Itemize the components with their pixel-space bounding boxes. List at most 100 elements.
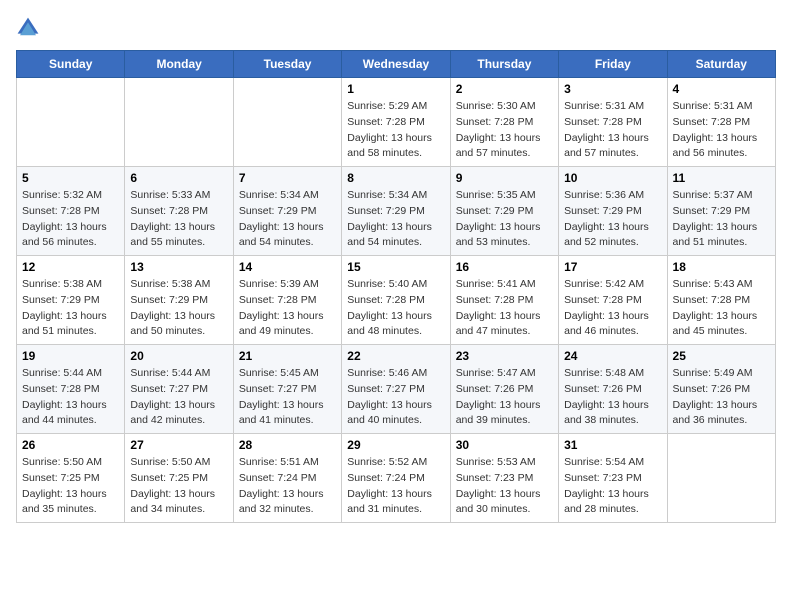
calendar-cell: 20 Sunrise: 5:44 AMSunset: 7:27 PMDaylig… bbox=[125, 345, 233, 434]
calendar-cell: 7 Sunrise: 5:34 AMSunset: 7:29 PMDayligh… bbox=[233, 167, 341, 256]
calendar-cell: 17 Sunrise: 5:42 AMSunset: 7:28 PMDaylig… bbox=[559, 256, 667, 345]
logo bbox=[16, 16, 44, 40]
day-number: 4 bbox=[673, 82, 770, 96]
calendar-cell: 30 Sunrise: 5:53 AMSunset: 7:23 PMDaylig… bbox=[450, 434, 558, 523]
day-info: Sunrise: 5:34 AMSunset: 7:29 PMDaylight:… bbox=[347, 188, 444, 251]
day-info: Sunrise: 5:29 AMSunset: 7:28 PMDaylight:… bbox=[347, 99, 444, 162]
day-info: Sunrise: 5:48 AMSunset: 7:26 PMDaylight:… bbox=[564, 366, 661, 429]
day-number: 15 bbox=[347, 260, 444, 274]
calendar-cell: 10 Sunrise: 5:36 AMSunset: 7:29 PMDaylig… bbox=[559, 167, 667, 256]
day-header: Sunday bbox=[17, 51, 125, 78]
day-info: Sunrise: 5:43 AMSunset: 7:28 PMDaylight:… bbox=[673, 277, 770, 340]
day-info: Sunrise: 5:31 AMSunset: 7:28 PMDaylight:… bbox=[564, 99, 661, 162]
day-info: Sunrise: 5:53 AMSunset: 7:23 PMDaylight:… bbox=[456, 455, 553, 518]
calendar-cell bbox=[125, 78, 233, 167]
calendar-cell: 14 Sunrise: 5:39 AMSunset: 7:28 PMDaylig… bbox=[233, 256, 341, 345]
day-number: 26 bbox=[22, 438, 119, 452]
day-number: 12 bbox=[22, 260, 119, 274]
day-info: Sunrise: 5:44 AMSunset: 7:28 PMDaylight:… bbox=[22, 366, 119, 429]
calendar-cell: 8 Sunrise: 5:34 AMSunset: 7:29 PMDayligh… bbox=[342, 167, 450, 256]
logo-icon bbox=[16, 16, 40, 40]
calendar-cell bbox=[667, 434, 775, 523]
day-header: Saturday bbox=[667, 51, 775, 78]
calendar-cell: 15 Sunrise: 5:40 AMSunset: 7:28 PMDaylig… bbox=[342, 256, 450, 345]
day-number: 29 bbox=[347, 438, 444, 452]
day-info: Sunrise: 5:33 AMSunset: 7:28 PMDaylight:… bbox=[130, 188, 227, 251]
day-header: Wednesday bbox=[342, 51, 450, 78]
day-info: Sunrise: 5:46 AMSunset: 7:27 PMDaylight:… bbox=[347, 366, 444, 429]
day-number: 25 bbox=[673, 349, 770, 363]
calendar-week-row: 5 Sunrise: 5:32 AMSunset: 7:28 PMDayligh… bbox=[17, 167, 776, 256]
calendar-cell: 12 Sunrise: 5:38 AMSunset: 7:29 PMDaylig… bbox=[17, 256, 125, 345]
calendar-cell: 16 Sunrise: 5:41 AMSunset: 7:28 PMDaylig… bbox=[450, 256, 558, 345]
day-number: 1 bbox=[347, 82, 444, 96]
day-info: Sunrise: 5:36 AMSunset: 7:29 PMDaylight:… bbox=[564, 188, 661, 251]
day-number: 19 bbox=[22, 349, 119, 363]
day-number: 27 bbox=[130, 438, 227, 452]
calendar-cell: 19 Sunrise: 5:44 AMSunset: 7:28 PMDaylig… bbox=[17, 345, 125, 434]
calendar-cell: 28 Sunrise: 5:51 AMSunset: 7:24 PMDaylig… bbox=[233, 434, 341, 523]
day-number: 2 bbox=[456, 82, 553, 96]
day-number: 10 bbox=[564, 171, 661, 185]
calendar-cell: 3 Sunrise: 5:31 AMSunset: 7:28 PMDayligh… bbox=[559, 78, 667, 167]
day-info: Sunrise: 5:50 AMSunset: 7:25 PMDaylight:… bbox=[130, 455, 227, 518]
day-header: Monday bbox=[125, 51, 233, 78]
day-number: 31 bbox=[564, 438, 661, 452]
day-header: Friday bbox=[559, 51, 667, 78]
calendar-cell: 24 Sunrise: 5:48 AMSunset: 7:26 PMDaylig… bbox=[559, 345, 667, 434]
day-number: 21 bbox=[239, 349, 336, 363]
calendar-cell bbox=[233, 78, 341, 167]
day-info: Sunrise: 5:54 AMSunset: 7:23 PMDaylight:… bbox=[564, 455, 661, 518]
calendar-cell: 21 Sunrise: 5:45 AMSunset: 7:27 PMDaylig… bbox=[233, 345, 341, 434]
day-header: Thursday bbox=[450, 51, 558, 78]
day-number: 14 bbox=[239, 260, 336, 274]
calendar-cell: 23 Sunrise: 5:47 AMSunset: 7:26 PMDaylig… bbox=[450, 345, 558, 434]
day-number: 13 bbox=[130, 260, 227, 274]
calendar-cell: 5 Sunrise: 5:32 AMSunset: 7:28 PMDayligh… bbox=[17, 167, 125, 256]
calendar-table: SundayMondayTuesdayWednesdayThursdayFrid… bbox=[16, 50, 776, 523]
calendar-cell: 29 Sunrise: 5:52 AMSunset: 7:24 PMDaylig… bbox=[342, 434, 450, 523]
day-number: 16 bbox=[456, 260, 553, 274]
header-row: SundayMondayTuesdayWednesdayThursdayFrid… bbox=[17, 51, 776, 78]
day-info: Sunrise: 5:30 AMSunset: 7:28 PMDaylight:… bbox=[456, 99, 553, 162]
day-info: Sunrise: 5:34 AMSunset: 7:29 PMDaylight:… bbox=[239, 188, 336, 251]
calendar-cell: 31 Sunrise: 5:54 AMSunset: 7:23 PMDaylig… bbox=[559, 434, 667, 523]
day-info: Sunrise: 5:50 AMSunset: 7:25 PMDaylight:… bbox=[22, 455, 119, 518]
calendar-cell: 2 Sunrise: 5:30 AMSunset: 7:28 PMDayligh… bbox=[450, 78, 558, 167]
day-info: Sunrise: 5:47 AMSunset: 7:26 PMDaylight:… bbox=[456, 366, 553, 429]
calendar-week-row: 19 Sunrise: 5:44 AMSunset: 7:28 PMDaylig… bbox=[17, 345, 776, 434]
calendar-cell: 4 Sunrise: 5:31 AMSunset: 7:28 PMDayligh… bbox=[667, 78, 775, 167]
day-info: Sunrise: 5:45 AMSunset: 7:27 PMDaylight:… bbox=[239, 366, 336, 429]
calendar-cell: 26 Sunrise: 5:50 AMSunset: 7:25 PMDaylig… bbox=[17, 434, 125, 523]
calendar-cell: 1 Sunrise: 5:29 AMSunset: 7:28 PMDayligh… bbox=[342, 78, 450, 167]
calendar-cell: 13 Sunrise: 5:38 AMSunset: 7:29 PMDaylig… bbox=[125, 256, 233, 345]
calendar-cell: 6 Sunrise: 5:33 AMSunset: 7:28 PMDayligh… bbox=[125, 167, 233, 256]
page-header bbox=[16, 16, 776, 40]
day-info: Sunrise: 5:42 AMSunset: 7:28 PMDaylight:… bbox=[564, 277, 661, 340]
day-number: 3 bbox=[564, 82, 661, 96]
day-number: 6 bbox=[130, 171, 227, 185]
day-info: Sunrise: 5:49 AMSunset: 7:26 PMDaylight:… bbox=[673, 366, 770, 429]
calendar-week-row: 1 Sunrise: 5:29 AMSunset: 7:28 PMDayligh… bbox=[17, 78, 776, 167]
calendar-week-row: 26 Sunrise: 5:50 AMSunset: 7:25 PMDaylig… bbox=[17, 434, 776, 523]
day-number: 18 bbox=[673, 260, 770, 274]
day-info: Sunrise: 5:38 AMSunset: 7:29 PMDaylight:… bbox=[22, 277, 119, 340]
day-info: Sunrise: 5:31 AMSunset: 7:28 PMDaylight:… bbox=[673, 99, 770, 162]
day-number: 11 bbox=[673, 171, 770, 185]
day-info: Sunrise: 5:44 AMSunset: 7:27 PMDaylight:… bbox=[130, 366, 227, 429]
day-info: Sunrise: 5:32 AMSunset: 7:28 PMDaylight:… bbox=[22, 188, 119, 251]
calendar-cell: 18 Sunrise: 5:43 AMSunset: 7:28 PMDaylig… bbox=[667, 256, 775, 345]
calendar-cell bbox=[17, 78, 125, 167]
day-info: Sunrise: 5:35 AMSunset: 7:29 PMDaylight:… bbox=[456, 188, 553, 251]
calendar-cell: 25 Sunrise: 5:49 AMSunset: 7:26 PMDaylig… bbox=[667, 345, 775, 434]
day-info: Sunrise: 5:52 AMSunset: 7:24 PMDaylight:… bbox=[347, 455, 444, 518]
calendar-cell: 11 Sunrise: 5:37 AMSunset: 7:29 PMDaylig… bbox=[667, 167, 775, 256]
day-number: 8 bbox=[347, 171, 444, 185]
day-number: 7 bbox=[239, 171, 336, 185]
calendar-cell: 22 Sunrise: 5:46 AMSunset: 7:27 PMDaylig… bbox=[342, 345, 450, 434]
day-info: Sunrise: 5:39 AMSunset: 7:28 PMDaylight:… bbox=[239, 277, 336, 340]
day-number: 20 bbox=[130, 349, 227, 363]
calendar-cell: 9 Sunrise: 5:35 AMSunset: 7:29 PMDayligh… bbox=[450, 167, 558, 256]
day-number: 24 bbox=[564, 349, 661, 363]
day-number: 22 bbox=[347, 349, 444, 363]
